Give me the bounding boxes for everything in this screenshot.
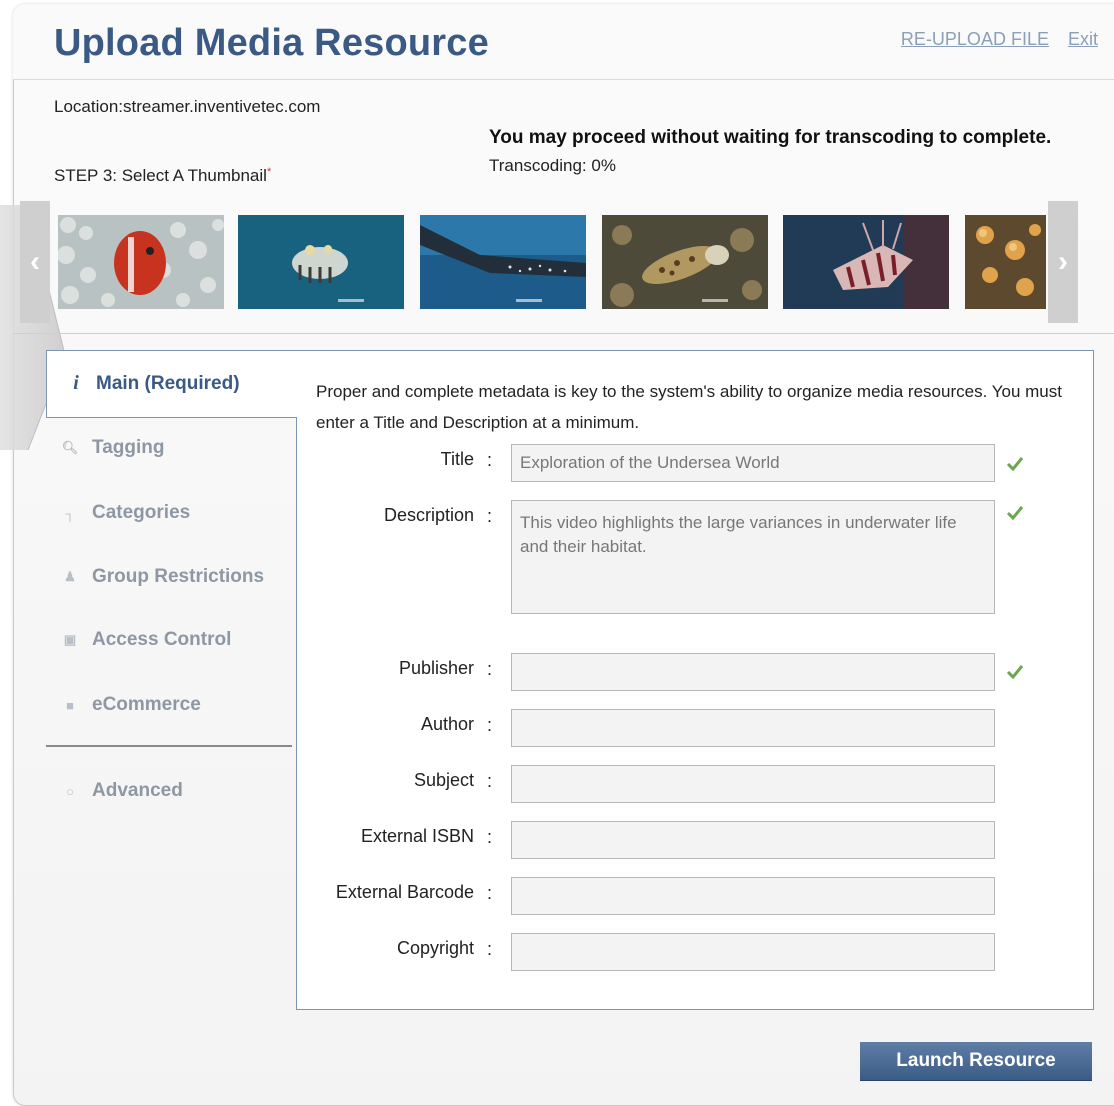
tab-ecommerce[interactable]: ■ eCommerce xyxy=(60,694,201,716)
tabs-separator xyxy=(46,745,292,747)
tab-label: Categories xyxy=(92,502,191,523)
tab-categories[interactable]: ┐ Categories xyxy=(60,502,190,524)
transcoding-status: Transcoding: 0% xyxy=(489,156,616,175)
location-text: Location:streamer.inventivetec.com xyxy=(54,97,321,116)
hierarchy-icon: ┐ xyxy=(65,505,75,521)
description-valid-check-icon xyxy=(1006,506,1024,521)
external-barcode-input[interactable] xyxy=(511,877,995,915)
tab-label: Tagging xyxy=(92,437,165,458)
register-icon: ■ xyxy=(66,697,74,713)
external-barcode-label: External Barcode xyxy=(335,882,474,902)
carousel-next-button[interactable]: › xyxy=(1048,201,1078,323)
tab-access-control[interactable]: ▣ Access Control xyxy=(60,629,232,651)
thumbnail-lionfish[interactable] xyxy=(783,215,949,309)
thumbnail-clownfish[interactable] xyxy=(58,215,224,309)
subject-label: Subject xyxy=(413,770,474,790)
external-barcode-colon: : xyxy=(487,883,493,903)
copyright-label: Copyright xyxy=(396,938,474,958)
proceed-notice: You may proceed without waiting for tran… xyxy=(489,127,1052,148)
publisher-label: Publisher xyxy=(398,658,474,678)
external-isbn-label: External ISBN xyxy=(360,826,474,846)
copyright-input[interactable] xyxy=(511,933,995,971)
external-isbn-input[interactable] xyxy=(511,821,995,859)
magnifier-icon: 🔍︎ xyxy=(61,440,79,455)
tab-label: eCommerce xyxy=(92,694,201,715)
metadata-intro: Proper and complete metadata is key to t… xyxy=(316,382,1062,432)
chevron-left-icon: ‹ xyxy=(30,245,40,278)
tab-label: Advanced xyxy=(92,780,183,801)
publisher-valid-check-icon xyxy=(1006,665,1024,680)
page-title: Upload Media Resource xyxy=(54,22,489,64)
users-icon: ♟ xyxy=(64,569,76,584)
thumbnail-carousel: ‹ › xyxy=(20,201,1078,323)
required-asterisk: * xyxy=(266,166,272,178)
step-label-text: STEP 3: Select A Thumbnail xyxy=(54,166,267,185)
tab-advanced[interactable]: ○ Advanced xyxy=(60,780,183,802)
thumbnail-jellyfish[interactable] xyxy=(965,215,1046,309)
subject-input[interactable] xyxy=(511,765,995,803)
exit-link[interactable]: Exit xyxy=(1068,29,1098,49)
description-label: Description xyxy=(383,505,474,525)
title-valid-check-icon xyxy=(1006,457,1024,472)
description-textarea[interactable]: This video highlights the large variance… xyxy=(511,500,995,614)
top-links: RE-UPLOAD FILE Exit xyxy=(887,29,1098,50)
thumbnail-whale-shark[interactable] xyxy=(420,215,586,309)
copyright-colon: : xyxy=(487,939,493,959)
gear-icon: ○ xyxy=(66,783,74,799)
tab-group-restrictions[interactable]: ♟ Group Restrictions xyxy=(60,566,264,588)
external-isbn-colon: : xyxy=(487,827,493,847)
info-icon: i xyxy=(73,372,79,394)
lock-icon: ▣ xyxy=(63,632,77,647)
tab-main-required[interactable]: i Main (Required) xyxy=(66,372,240,395)
launch-resource-button[interactable]: Launch Resource xyxy=(860,1042,1092,1080)
publisher-colon: : xyxy=(487,659,493,679)
title-input[interactable] xyxy=(511,444,995,482)
section-divider xyxy=(13,333,1114,334)
title-colon: : xyxy=(487,450,493,470)
author-input[interactable] xyxy=(511,709,995,747)
description-colon: : xyxy=(487,506,493,526)
author-colon: : xyxy=(487,715,493,735)
thumbnail-reef-fish[interactable] xyxy=(602,215,768,309)
thumbnail-sea-creature[interactable] xyxy=(238,215,404,309)
tab-label: Group Restrictions xyxy=(92,566,265,587)
carousel-prev-button[interactable]: ‹ xyxy=(20,201,50,323)
publisher-input[interactable] xyxy=(511,653,995,691)
chevron-right-icon: › xyxy=(1058,245,1068,278)
tab-tagging[interactable]: 🔍︎ Tagging xyxy=(60,437,165,459)
reupload-file-link[interactable]: RE-UPLOAD FILE xyxy=(901,29,1049,49)
title-label: Title xyxy=(440,449,474,469)
tab-label: Access Control xyxy=(92,629,232,650)
subject-colon: : xyxy=(487,771,493,791)
step-label: STEP 3: Select A Thumbnail* xyxy=(54,166,271,186)
author-label: Author xyxy=(420,714,474,734)
tab-label: Main (Required) xyxy=(96,372,240,394)
